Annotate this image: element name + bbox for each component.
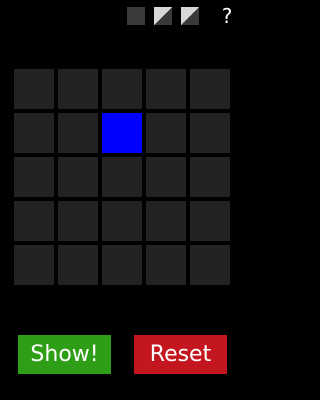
grid-cell[interactable] [190, 113, 230, 153]
grid-cell[interactable] [190, 245, 230, 285]
reset-button[interactable]: Reset [134, 335, 227, 374]
grid-cell[interactable] [58, 113, 98, 153]
grid-cell[interactable] [146, 245, 186, 285]
grid-cell[interactable] [190, 157, 230, 197]
grid-cell[interactable] [14, 113, 54, 153]
half-shaded-square-icon[interactable] [154, 7, 172, 25]
grid-cell[interactable] [146, 69, 186, 109]
half-shaded-square-icon[interactable] [181, 7, 199, 25]
grid-cell[interactable] [146, 157, 186, 197]
grid-cell[interactable] [58, 69, 98, 109]
help-icon[interactable]: ? [212, 5, 242, 27]
square-icon[interactable] [127, 7, 145, 25]
grid-cell[interactable] [102, 245, 142, 285]
grid-cell[interactable] [14, 157, 54, 197]
grid-cell[interactable] [14, 69, 54, 109]
grid-cell[interactable] [14, 245, 54, 285]
grid-cell[interactable] [146, 113, 186, 153]
grid-cell[interactable] [102, 157, 142, 197]
grid-cell[interactable] [190, 69, 230, 109]
grid-cell[interactable] [58, 245, 98, 285]
grid-cell[interactable] [102, 69, 142, 109]
grid-cell[interactable] [102, 201, 142, 241]
grid-cell[interactable] [58, 157, 98, 197]
top-toolbar: ? [127, 5, 247, 27]
grid-cell[interactable] [58, 201, 98, 241]
show-button[interactable]: Show! [18, 335, 111, 374]
grid-cell[interactable] [102, 113, 142, 153]
grid-cell[interactable] [14, 201, 54, 241]
grid-cell[interactable] [190, 201, 230, 241]
grid-cell[interactable] [146, 201, 186, 241]
game-grid [14, 69, 234, 289]
